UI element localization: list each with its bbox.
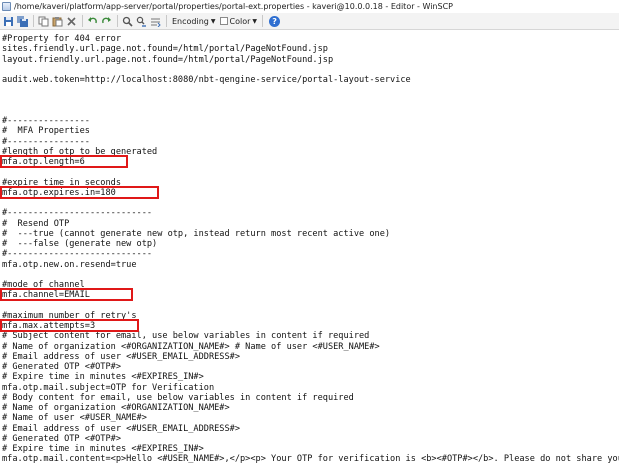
goto-line-icon[interactable] [149,15,162,28]
find-icon[interactable] [121,15,134,28]
delete-icon[interactable] [65,15,78,28]
paste-icon[interactable] [51,15,64,28]
help-icon[interactable]: ? [269,15,281,27]
chevron-down-icon: ▼ [210,17,216,25]
chevron-down-icon: ▼ [252,17,258,25]
highlight-box [0,185,159,199]
editor-line[interactable]: audit.web.token=http://localhost:8080/nb… [2,75,411,86]
toolbar-separator [82,15,83,27]
replace-icon[interactable] [135,15,148,28]
toolbar-separator [262,15,264,27]
color-menu[interactable]: Color ▼ [218,15,260,28]
save-icon[interactable] [2,15,15,28]
redo-icon[interactable] [100,15,113,28]
window-title: /home/kaveri/platform/app-server/portal/… [14,2,453,11]
editor-toolbar: Encoding ▼ Color ▼ ? [0,13,619,30]
highlight-box [0,319,139,332]
highlight-box [0,155,128,168]
undo-icon[interactable] [86,15,99,28]
encoding-menu[interactable]: Encoding ▼ [170,15,218,28]
toolbar-separator [166,15,167,27]
editor-line[interactable]: layout.friendly.url.page.not.found=/html… [2,55,333,66]
toolbar-separator [33,15,34,27]
copy-icon[interactable] [37,15,50,28]
color-swatch [219,17,228,25]
winscp-editor-icon [2,2,11,11]
text-editor-area[interactable]: #Property for 404 error sites.friendly.ur… [0,31,619,473]
window-titlebar: /home/kaveri/platform/app-server/portal/… [0,0,619,13]
editor-line[interactable]: mfa.otp.new.on.resend=true [2,260,137,271]
editor-line[interactable]: mfa.otp.mail.content=<p>Hello <#USER_NAM… [2,454,619,465]
highlight-box [0,288,133,302]
toolbar-separator [117,15,118,27]
save-all-icon[interactable] [16,15,29,28]
color-label: Color [229,16,251,26]
encoding-label: Encoding [172,16,209,26]
